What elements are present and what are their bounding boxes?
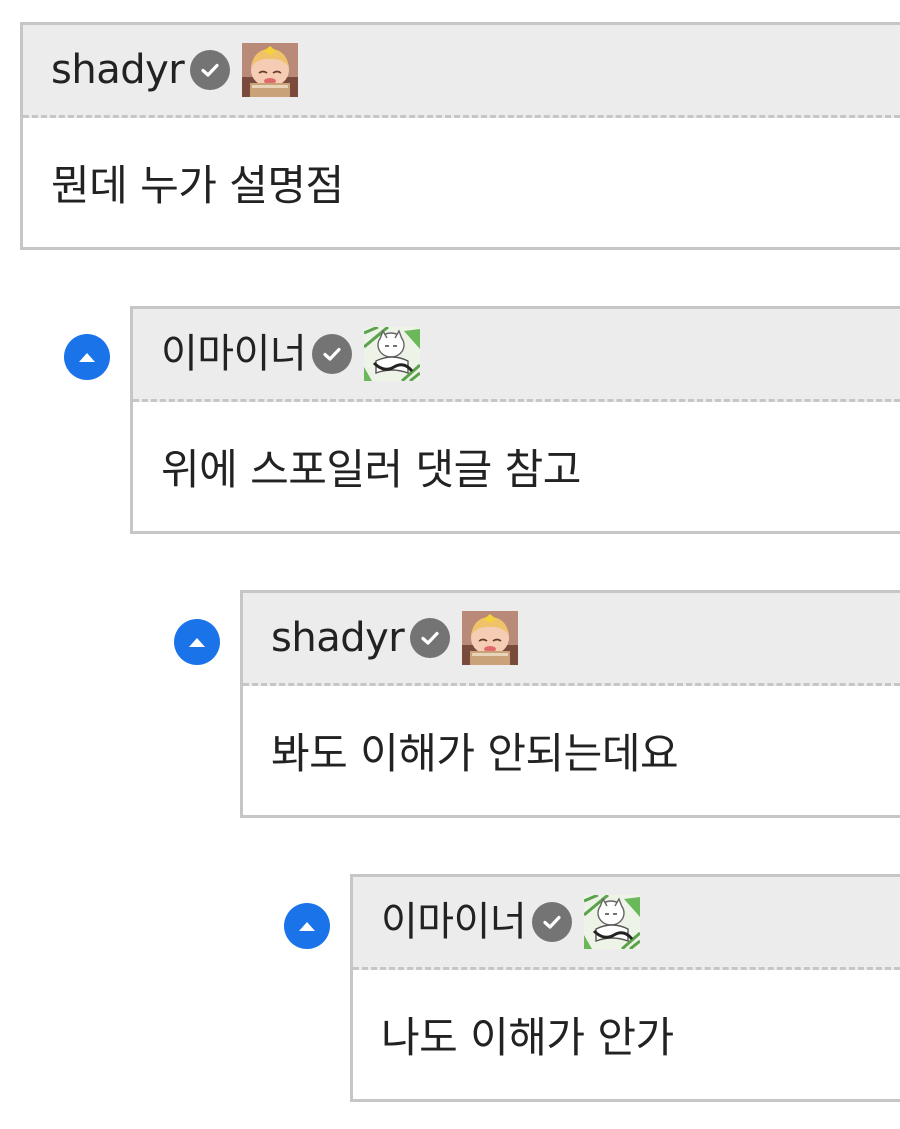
comment-text: 뭔데 누가 설명점 [51,161,344,210]
comment-card: 이마이너 나도 이해가 안가 [350,874,900,1102]
anime-girl-avatar[interactable] [242,43,298,97]
verified-check-icon [410,618,451,658]
comment-header: 이마이너 [353,877,900,970]
comment-thread: shadyr 뭔데 누가 설명점 이마이너 위에 스포일러 댓글 참고 shad… [0,0,900,1129]
verified-check-icon [190,50,231,90]
reply-up-arrow-icon[interactable] [284,903,330,949]
comment-username[interactable]: shadyr [51,50,185,90]
comment-header: 이마이너 [133,309,900,402]
comment-card: shadyr 봐도 이해가 안되는데요 [240,590,900,818]
comment-text: 나도 이해가 안가 [381,1013,674,1062]
comment-card: shadyr 뭔데 누가 설명점 [20,22,900,250]
sketch-character-avatar[interactable] [364,327,420,381]
comment-username[interactable]: 이마이너 [161,334,307,374]
comment-card: 이마이너 위에 스포일러 댓글 참고 [130,306,900,534]
anime-girl-avatar[interactable] [462,611,518,665]
comment-text: 봐도 이해가 안되는데요 [271,729,679,778]
comment-header: shadyr [243,593,900,686]
sketch-character-avatar[interactable] [584,895,640,949]
reply-up-arrow-icon[interactable] [64,334,110,380]
verified-check-icon [312,334,353,374]
comment-text: 위에 스포일러 댓글 참고 [161,445,581,494]
comment-username[interactable]: shadyr [271,618,405,658]
reply-up-arrow-icon[interactable] [174,619,220,665]
verified-check-icon [532,902,573,942]
comment-username[interactable]: 이마이너 [381,902,527,942]
comment-header: shadyr [23,25,900,118]
